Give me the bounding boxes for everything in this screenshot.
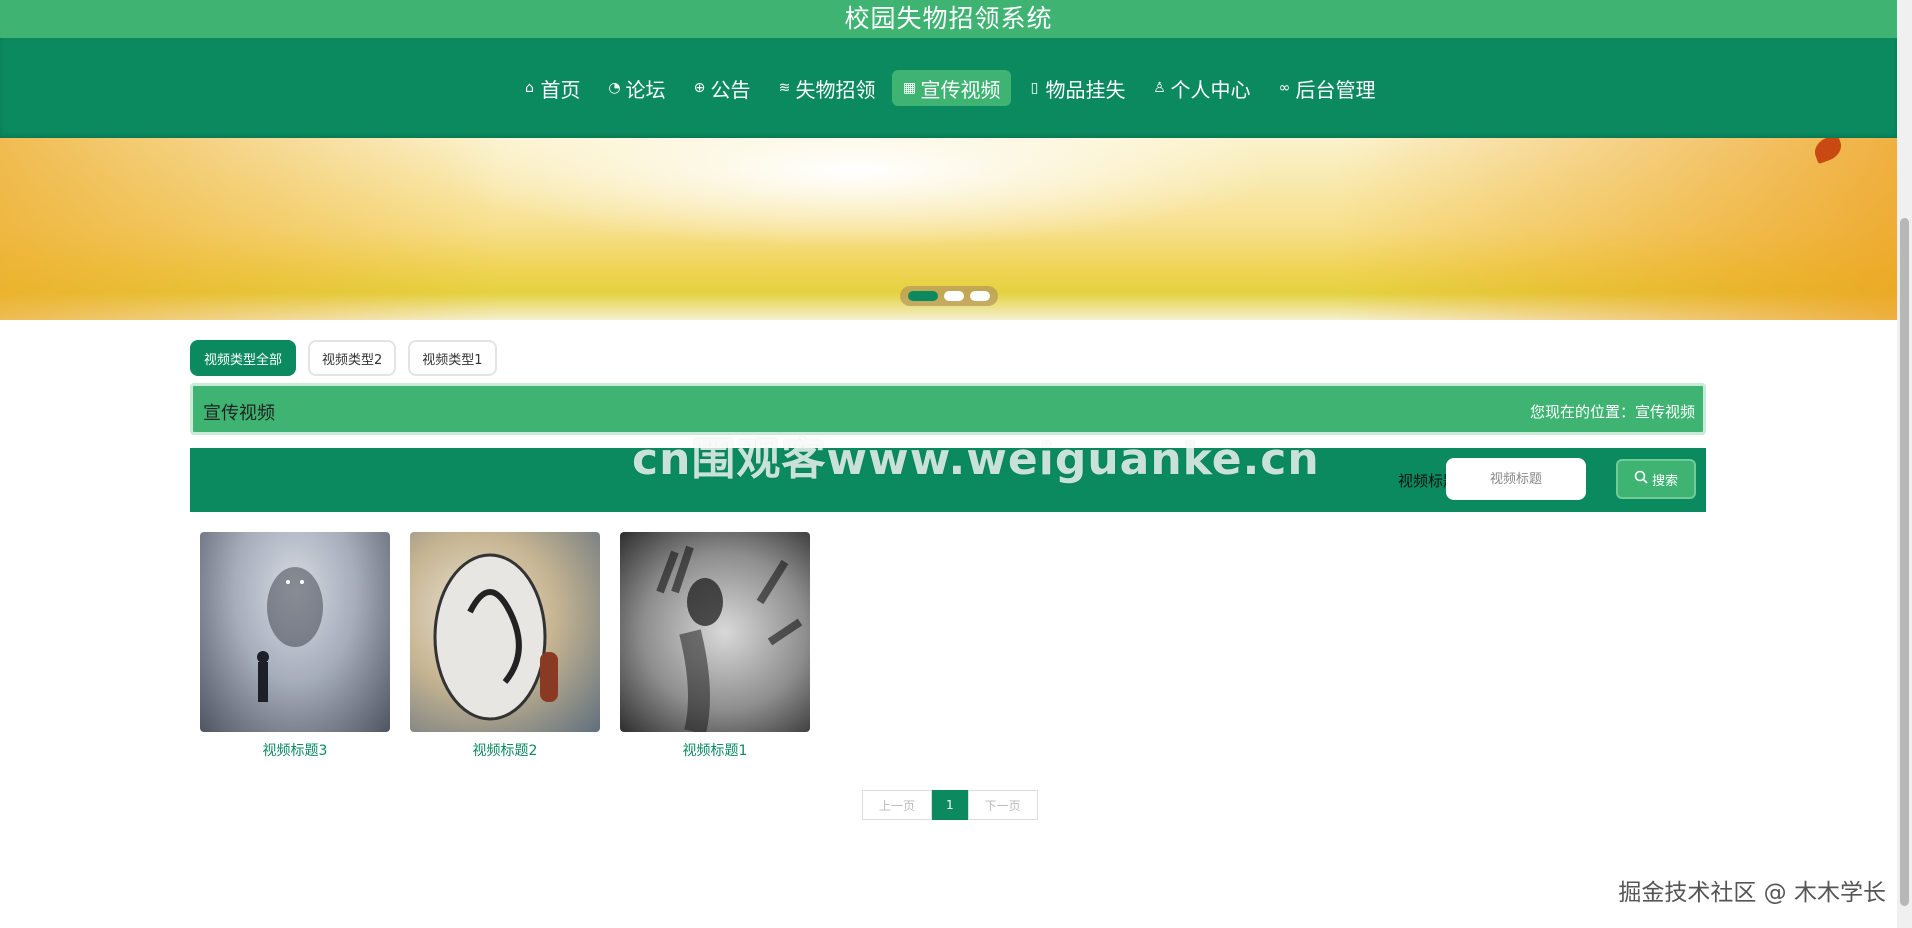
- carousel-dot-2[interactable]: [944, 291, 964, 301]
- video-thumbnail[interactable]: [200, 532, 390, 732]
- banner-glow-right: [1337, 138, 1897, 320]
- section-title: 宣传视频: [203, 403, 275, 424]
- nav-item-label: 物品挂失: [1045, 77, 1126, 102]
- filter-type-2[interactable]: 视频类型2: [308, 340, 397, 376]
- scrollbar-thumb[interactable]: [1900, 218, 1909, 906]
- current-page-button[interactable]: 1: [932, 790, 968, 820]
- next-page-button[interactable]: 下一页: [967, 790, 1038, 820]
- forum-icon: ◔: [608, 80, 621, 96]
- section-header: 宣传视频 您现在的位置：宣传视频: [190, 383, 1706, 435]
- nav-item-forum[interactable]: ◔ 论坛: [597, 70, 676, 106]
- nav-item-label: 后台管理: [1295, 77, 1376, 102]
- video-type-filters: 视频类型全部 视频类型2 视频类型1: [190, 340, 497, 376]
- video-thumbnail[interactable]: [620, 532, 810, 732]
- nav-item-notice[interactable]: ⊕ 公告: [682, 70, 761, 106]
- report-icon: ▯: [1030, 80, 1039, 96]
- nav-item-label: 公告: [710, 77, 751, 102]
- nav-item-report-loss[interactable]: ▯ 物品挂失: [1017, 70, 1136, 106]
- nav-item-promo-video[interactable]: ▦ 宣传视频: [891, 70, 1011, 106]
- nav-item-lost-found[interactable]: ≋ 失物招领: [767, 70, 886, 106]
- nav-item-label: 失物招领: [795, 77, 876, 102]
- carousel-dot-3[interactable]: [970, 291, 990, 301]
- video-grid: 视频标题3 视频标题2 视频标题1: [200, 532, 810, 760]
- search-input[interactable]: [1446, 458, 1586, 500]
- carousel-dot-1[interactable]: [908, 291, 938, 301]
- nav-item-label: 论坛: [625, 77, 666, 102]
- nav-item-label: 个人中心: [1170, 77, 1251, 102]
- search-icon: [1634, 470, 1648, 488]
- notice-icon: ⊕: [693, 80, 706, 96]
- video-title[interactable]: 视频标题3: [200, 740, 390, 760]
- filter-type-1[interactable]: 视频类型1: [408, 340, 497, 376]
- nav-item-home[interactable]: ⌂ 首页: [512, 70, 591, 106]
- community-watermark: 掘金技术社区 @ 木木学长: [1618, 880, 1886, 906]
- video-card[interactable]: 视频标题2: [410, 532, 600, 760]
- nav-item-label: 宣传视频: [920, 77, 1001, 102]
- nav-item-label: 首页: [540, 77, 581, 102]
- video-card[interactable]: 视频标题3: [200, 532, 390, 760]
- app-title: 校园失物招领系统: [0, 0, 1897, 38]
- search-button[interactable]: 搜索: [1616, 459, 1696, 499]
- filter-all-types[interactable]: 视频类型全部: [190, 340, 297, 376]
- video-icon: ▦: [902, 80, 917, 96]
- nav-item-admin[interactable]: ∞ 后台管理: [1267, 70, 1386, 106]
- link-icon: ∞: [1278, 80, 1291, 96]
- video-thumbnail[interactable]: [410, 532, 600, 732]
- pagination: 上一页 1 下一页: [862, 790, 1038, 820]
- main-navbar: ⌂ 首页 ◔ 论坛 ⊕ 公告 ≋ 失物招领 ▦ 宣传视频 ▯ 物品挂失 ♙ 个人…: [0, 38, 1897, 138]
- home-icon: ⌂: [525, 80, 534, 96]
- carousel-indicators: [900, 286, 998, 306]
- search-bar: 视频标题 搜索: [190, 448, 1706, 512]
- video-title[interactable]: 视频标题1: [620, 740, 810, 760]
- search-button-label: 搜索: [1651, 473, 1678, 489]
- video-card[interactable]: 视频标题1: [620, 532, 810, 760]
- nav-menu: ⌂ 首页 ◔ 论坛 ⊕ 公告 ≋ 失物招领 ▦ 宣传视频 ▯ 物品挂失 ♙ 个人…: [0, 70, 1897, 106]
- breadcrumb: 您现在的位置：宣传视频: [1529, 403, 1695, 421]
- nav-item-profile[interactable]: ♙ 个人中心: [1142, 70, 1261, 106]
- layers-icon: ≋: [778, 80, 791, 96]
- video-title[interactable]: 视频标题2: [410, 740, 600, 760]
- banner-carousel: [0, 138, 1897, 320]
- banner-glow-left: [0, 138, 500, 320]
- user-icon: ♙: [1153, 80, 1166, 96]
- prev-page-button[interactable]: 上一页: [862, 790, 933, 820]
